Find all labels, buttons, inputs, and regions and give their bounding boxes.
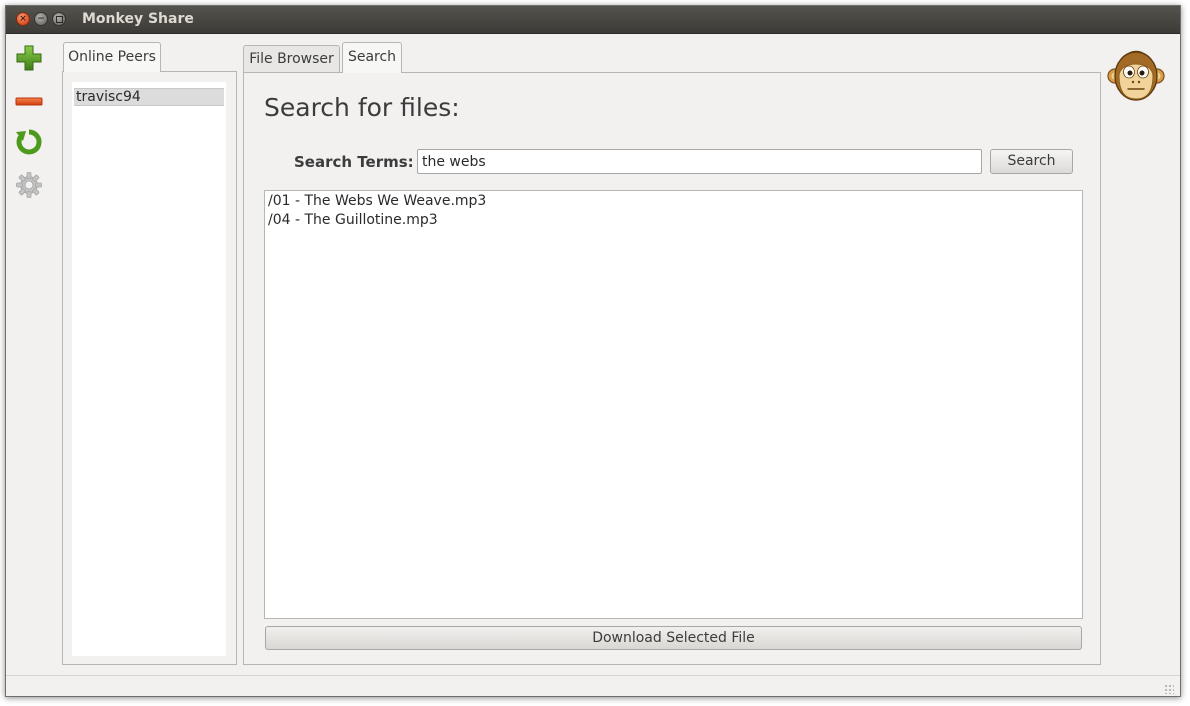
minimize-icon: − [37,14,45,24]
list-item[interactable]: /04 - The Guillotine.mp3 [268,212,438,228]
maximize-icon [55,16,63,23]
peer-item[interactable]: travisc94 [74,88,224,106]
search-terms-label: Search Terms: [294,153,414,171]
remove-peer-button[interactable] [15,86,43,114]
tab-search[interactable]: Search [342,42,402,73]
minus-icon [15,97,43,106]
close-window-button[interactable]: × [16,12,30,26]
search-button[interactable]: Search [990,149,1073,174]
tab-file-browser[interactable]: File Browser [243,45,340,72]
title-bar: × − Monkey Share [6,6,1180,34]
minimize-window-button[interactable]: − [34,12,48,26]
gear-icon [16,172,42,198]
monkey-logo-icon [1107,46,1165,104]
resize-grip[interactable] [1164,684,1174,694]
refresh-icon [16,129,42,155]
list-item[interactable]: /01 - The Webs We Weave.mp3 [268,193,486,209]
maximize-window-button[interactable] [52,12,66,26]
status-bar [6,675,1180,696]
search-panel: Search for files: Search Terms: Search /… [243,72,1101,665]
online-peers-panel: travisc94 [62,71,237,665]
peers-list[interactable]: travisc94 [72,82,226,656]
results-list[interactable]: /01 - The Webs We Weave.mp3 /04 - The Gu… [264,190,1083,619]
add-peer-button[interactable] [15,44,43,72]
search-heading: Search for files: [264,93,460,122]
close-icon: × [19,14,27,24]
tab-online-peers[interactable]: Online Peers [63,42,161,72]
settings-button[interactable] [15,171,43,199]
window-title: Monkey Share [82,11,194,27]
refresh-button[interactable] [15,128,43,156]
plus-icon [16,45,42,71]
app-window: × − Monkey Share Online Peers travisc94 … [5,5,1181,697]
search-input[interactable] [417,149,982,174]
side-toolbar [6,34,54,234]
download-selected-file-button[interactable]: Download Selected File [265,626,1082,650]
